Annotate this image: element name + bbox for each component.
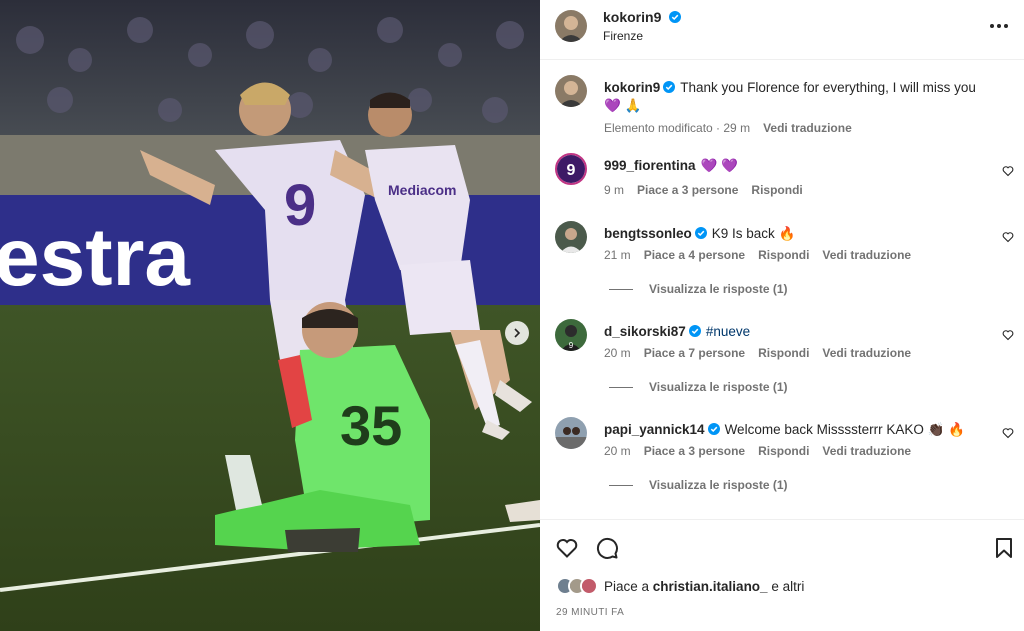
svg-text:9: 9 [567,162,576,179]
football-photo: estra 9 Mediacom 35 [0,0,540,631]
player-shirt-number: 9 [284,173,316,238]
avatar[interactable] [555,417,587,449]
comment-username[interactable]: papi_yannick14 [604,422,705,437]
post-location[interactable]: Firenze [603,29,643,43]
heart-icon[interactable] [1002,427,1014,439]
post-photo: estra 9 Mediacom 35 [0,0,540,631]
chevron-right-icon [514,328,521,338]
reply-button[interactable]: Rispondi [758,444,809,458]
avatar[interactable] [555,221,587,253]
sponsor-text: Mediacom [388,182,456,198]
caption-meta: Elemento modificato · 29 m Vedi traduzio… [604,121,852,135]
verified-icon [663,81,676,93]
verified-icon [669,11,682,23]
comment-time: 20 m [604,444,631,458]
keeper-shirt-number: 35 [340,394,402,457]
post-author-username[interactable]: kokorin9 [603,9,661,25]
comment-username[interactable]: bengtssonleo [604,226,692,241]
post-timestamp: 29 MINUTI FA [556,607,625,618]
comment-likes[interactable]: Piace a 4 persone [644,248,745,262]
avatar[interactable] [555,75,587,107]
next-photo-button[interactable] [505,321,529,345]
comment-time: 21 m [604,248,631,262]
likes-suffix[interactable]: e altri [768,579,804,594]
comment-username[interactable]: d_sikorski87 [604,324,686,339]
caption-edited: Elemento modificato · 29 m [604,121,751,135]
comment-meta: 21 m Piace a 4 persone Rispondi Vedi tra… [604,248,911,262]
comment-time: 20 m [604,346,631,360]
comments-list[interactable]: kokorin9 Thank you Florence for everythin… [540,61,1024,519]
comment-text: K9 Is back 🔥 [711,226,796,241]
comment-meta: 20 m Piace a 3 persone Rispondi Vedi tra… [604,444,911,458]
comment-likes[interactable]: Piace a 7 persone [644,346,745,360]
post-author[interactable]: kokorin9 [603,9,682,25]
comment-text: 💜 💜 [700,158,738,173]
post-panel: kokorin9 Firenze kokorin9 Thank you Flore… [540,0,1024,631]
likes-prefix: Piace a [604,578,653,594]
heart-icon[interactable] [1002,231,1014,243]
comment-text-block: 999_fiorentina 💜 💜 [604,157,984,175]
comment-meta: 20 m Piace a 7 persone Rispondi Vedi tra… [604,346,911,360]
caption-text-block: kokorin9 Thank you Florence for everythin… [604,79,984,115]
heart-icon[interactable] [555,536,579,560]
comment-likes[interactable]: Piace a 3 persone [644,444,745,458]
avatar[interactable]: 9 [555,153,587,185]
view-replies-button[interactable]: Visualizza le risposte (1) [609,380,788,394]
likes-text[interactable]: Piace a christian.italiano_ e altri [604,579,804,594]
view-replies-button[interactable]: Visualizza le risposte (1) [609,478,788,492]
post-actions: Piace a christian.italiano_ e altri 29 M… [540,519,1024,631]
svg-text:9: 9 [569,341,574,350]
comment-text-block: papi_yannick14 Welcome back Missssterrr K… [604,421,984,439]
translate-link[interactable]: Vedi traduzione [822,248,911,262]
view-replies-label[interactable]: Visualizza le risposte (1) [649,282,788,296]
comment-meta: 9 m Piace a 3 persone Rispondi [604,183,803,197]
comment-text: Welcome back Missssterrr KAKO 👏🏿 🔥 [724,422,965,437]
translate-link[interactable]: Vedi traduzione [763,121,852,135]
bookmark-icon[interactable] [992,536,1016,560]
comment-text-block: bengtssonleo K9 Is back 🔥 [604,225,984,243]
reply-button[interactable]: Rispondi [758,346,809,360]
likes-summary[interactable]: Piace a christian.italiano_ e altri [556,577,804,595]
avatar[interactable]: 9 [555,319,587,351]
avatar[interactable] [555,10,587,42]
verified-icon [694,227,707,239]
translate-link[interactable]: Vedi traduzione [822,346,911,360]
banner-text: estra [0,212,191,303]
avatar [580,577,598,595]
hashtag-link[interactable]: #nueve [706,324,750,339]
comment-time: 9 m [604,183,625,197]
reply-button[interactable]: Rispondi [751,183,802,197]
view-replies-label[interactable]: Visualizza le risposte (1) [649,478,788,492]
verified-icon [707,423,720,435]
translate-link[interactable]: Vedi traduzione [822,444,911,458]
comment-icon[interactable] [595,536,619,560]
caption-username[interactable]: kokorin9 [604,80,660,95]
view-replies-label[interactable]: Visualizza le risposte (1) [649,380,788,394]
reply-button[interactable]: Rispondi [758,248,809,262]
more-options-icon[interactable] [988,18,1010,34]
comment-likes[interactable]: Piace a 3 persone [637,183,738,197]
heart-icon[interactable] [1002,165,1014,177]
heart-icon[interactable] [1002,329,1014,341]
comment-username[interactable]: 999_fiorentina [604,158,696,173]
post-header: kokorin9 Firenze [540,0,1024,60]
view-replies-button[interactable]: Visualizza le risposte (1) [609,282,788,296]
likes-user[interactable]: christian.italiano_ [653,579,768,594]
comment-text-block: d_sikorski87 #nueve [604,323,984,341]
verified-icon [688,325,701,337]
